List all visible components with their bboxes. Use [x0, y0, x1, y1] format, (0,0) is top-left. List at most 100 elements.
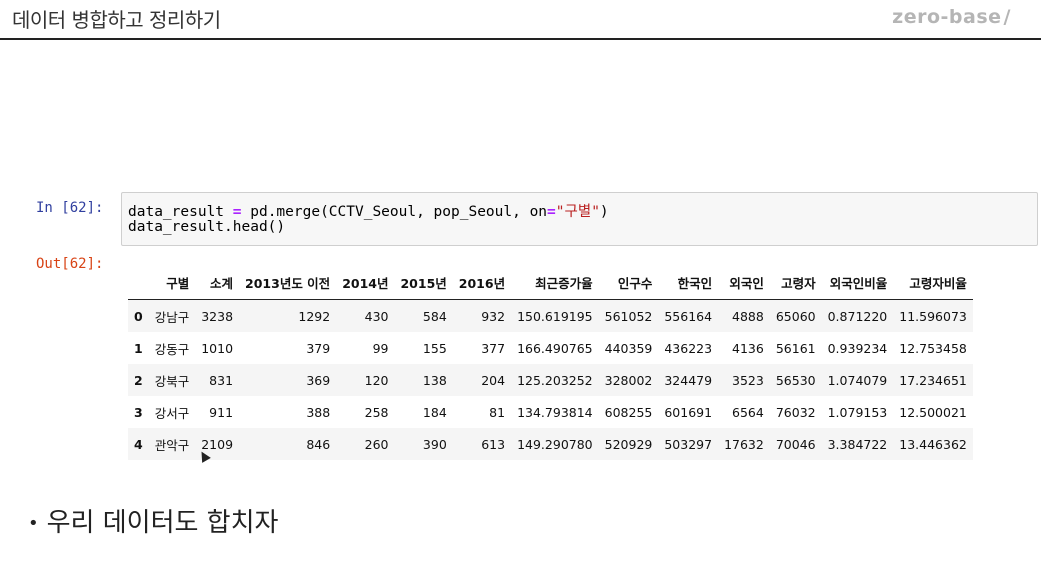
- table-cell: 328002: [604, 372, 653, 388]
- bullet-text: 우리 데이터도 합치자: [46, 508, 279, 538]
- table-cell: 강북구: [154, 373, 190, 389]
- table-cell: 608255: [604, 404, 653, 420]
- code-line-2[interactable]: data_result.head(): [128, 219, 285, 235]
- table-row: 0 강남구 3238 1292 430 584 932 150.619195 5…: [128, 299, 973, 332]
- table-cell: 430: [364, 308, 389, 324]
- code-token: ): [599, 204, 609, 220]
- table-cell: 584: [422, 308, 447, 324]
- table-cell: 12.753458: [899, 340, 967, 356]
- table-cell: 613: [481, 436, 506, 452]
- table-cell: 166.490765: [517, 340, 593, 356]
- table-cell: 258: [364, 404, 389, 420]
- table-cell: 125.203252: [517, 372, 593, 388]
- table-cell: 13.446362: [899, 436, 967, 452]
- table-cell: 강서구: [154, 405, 190, 421]
- table-cell: 369: [306, 372, 331, 388]
- table-cell: 1.074079: [827, 372, 888, 388]
- code-token: pd.merge(CCTV_Seoul, pop_Seoul, on: [241, 204, 548, 220]
- column-header: 외국인: [718, 266, 770, 300]
- table-cell: 81: [489, 404, 506, 420]
- table-cell: 204: [481, 372, 506, 388]
- table-cell: 150.619195: [517, 308, 593, 324]
- table-cell: 56530: [775, 372, 816, 388]
- table-cell: 4888: [732, 308, 764, 324]
- column-header: 외국인비율: [821, 266, 894, 300]
- column-header: 고령자비율: [893, 266, 973, 300]
- table-cell: 관악구: [154, 437, 190, 453]
- column-header: 소계: [195, 266, 240, 300]
- column-header: 2016년: [452, 266, 512, 300]
- table-cell: 0.871220: [827, 308, 888, 324]
- column-header: 한국인: [658, 266, 719, 300]
- table-cell: 149.290780: [517, 436, 593, 452]
- table-cell: 846: [306, 436, 331, 452]
- table-cell: 520929: [604, 436, 653, 452]
- table-cell: 911: [209, 404, 234, 420]
- dataframe-body: 0 강남구 3238 1292 430 584 932 150.619195 5…: [128, 299, 973, 460]
- table-cell: 390: [422, 436, 447, 452]
- row-index: 3: [134, 404, 143, 420]
- table-cell: 99: [372, 340, 389, 356]
- row-index: 1: [134, 340, 143, 356]
- table-cell: 440359: [604, 340, 653, 356]
- table-cell: 65060: [775, 308, 816, 324]
- column-header: 2014년: [336, 266, 395, 300]
- column-header: 2015년: [394, 266, 453, 300]
- table-cell: 11.596073: [899, 308, 967, 324]
- table-cell: 3.384722: [827, 436, 888, 452]
- table-cell: 70046: [775, 436, 816, 452]
- row-index: 0: [134, 308, 143, 324]
- column-header: 구별: [148, 266, 196, 300]
- code-cell[interactable]: data_result = pd.merge(CCTV_Seoul, pop_S…: [121, 192, 1038, 246]
- row-index: 2: [134, 372, 143, 388]
- table-cell: 503297: [664, 436, 713, 452]
- output-prompt: Out[62]:: [36, 256, 104, 272]
- table-cell: 12.500021: [899, 404, 967, 420]
- table-cell: 6564: [732, 404, 764, 420]
- table-cell: 강남구: [154, 309, 190, 325]
- table-row: 3 강서구 911 388 258 184 81 134.793814 6082…: [128, 396, 973, 428]
- table-cell: 56161: [775, 340, 816, 356]
- table-cell: 134.793814: [517, 404, 593, 420]
- dataframe-output: 구별 소계 2013년도 이전 2014년 2015년 2016년 최근증가율 …: [128, 266, 973, 460]
- table-cell: 0.939234: [827, 340, 888, 356]
- header-row: 구별 소계 2013년도 이전 2014년 2015년 2016년 최근증가율 …: [128, 266, 973, 300]
- column-header: 고령자: [769, 266, 822, 300]
- table-cell: 76032: [775, 404, 816, 420]
- table-row: 2 강북구 831 369 120 138 204 125.203252 328…: [128, 364, 973, 396]
- table-cell: 3523: [732, 372, 764, 388]
- row-index: 4: [134, 436, 143, 452]
- table-cell: 436223: [664, 340, 713, 356]
- input-prompt: In [62]:: [36, 200, 104, 216]
- table-cell: 561052: [604, 308, 653, 324]
- table-cell: 4136: [732, 340, 764, 356]
- table-cell: 138: [422, 372, 447, 388]
- code-line-1[interactable]: data_result = pd.merge(CCTV_Seoul, pop_S…: [128, 200, 609, 221]
- table-cell: 379: [306, 340, 331, 356]
- table-cell: 932: [481, 308, 506, 324]
- table-cell: 120: [364, 372, 389, 388]
- brand-slash-mark: /: [1003, 6, 1011, 28]
- column-header: 인구수: [598, 266, 659, 300]
- slide-title: 데이터 병합하고 정리하기: [12, 8, 221, 32]
- table-cell: 1010: [201, 340, 234, 356]
- table-cell: 260: [364, 436, 389, 452]
- table-row: 1 강동구 1010 379 99 155 377 166.490765 440…: [128, 332, 973, 364]
- table-cell: 1292: [298, 308, 331, 324]
- brand-name: zero-base: [892, 6, 1002, 28]
- table-cell: 324479: [664, 372, 713, 388]
- table-cell: 17.234651: [899, 372, 967, 388]
- code-token: data_result: [128, 204, 233, 220]
- bullet-point: • 우리 데이터도 합치자: [28, 502, 278, 539]
- column-header: 최근증가율: [511, 266, 599, 300]
- table-cell: 강동구: [154, 341, 190, 357]
- table-cell: 388: [306, 404, 331, 420]
- code-operator: =: [547, 204, 556, 220]
- column-header: 2013년도 이전: [239, 266, 337, 300]
- table-cell: 155: [422, 340, 447, 356]
- table-cell: 1.079153: [827, 404, 888, 420]
- brand-logo: zero-base /: [892, 6, 1011, 28]
- code-operator: =: [232, 204, 242, 220]
- table-cell: 3238: [201, 308, 234, 324]
- dataframe-header: 구별 소계 2013년도 이전 2014년 2015년 2016년 최근증가율 …: [128, 266, 973, 300]
